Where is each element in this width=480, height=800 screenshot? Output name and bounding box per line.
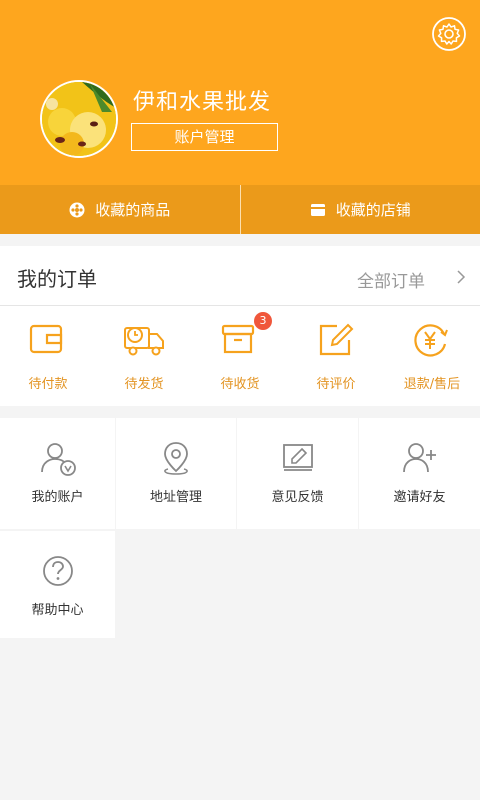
add-user-icon (402, 443, 436, 473)
address-management-label: 地址管理 (149, 490, 202, 505)
order-pending-payment-label: 待付款 (28, 377, 68, 392)
delivery-truck-icon (124, 327, 164, 356)
favorite-stores-button[interactable]: 收藏的店铺 (241, 185, 480, 234)
help-center-label: 帮助中心 (31, 603, 84, 618)
location-pin-icon (164, 442, 188, 475)
flower-icon (69, 202, 85, 217)
all-orders-link[interactable]: 全部订单 (357, 267, 425, 292)
favorite-products-button[interactable]: 收藏的商品 (0, 185, 240, 234)
favorites-bar: 收藏的商品 收藏的店铺 (0, 185, 480, 234)
order-status-row: 待付款 待发货 3 待收货 待评价 退款/售后 (0, 306, 480, 406)
order-pending-shipment[interactable]: 待发货 (96, 306, 192, 406)
order-refund-label: 退款/售后 (403, 377, 461, 392)
order-pending-payment[interactable]: 待付款 (0, 306, 96, 406)
help-icon (42, 556, 73, 586)
feedback-label: 意见反馈 (271, 490, 324, 505)
gear-icon[interactable] (431, 16, 467, 52)
order-pending-receipt[interactable]: 3 待收货 (192, 306, 288, 406)
orders-header: 我的订单 全部订单 (0, 246, 480, 306)
order-pending-shipment-label: 待发货 (124, 377, 164, 392)
my-account-tile[interactable]: 我的账户 (0, 418, 115, 529)
box-icon (221, 324, 255, 354)
avatar-fruit-image (42, 82, 116, 156)
wallet-icon (29, 324, 63, 354)
invite-friends-label: 邀请好友 (393, 490, 446, 505)
my-orders-section: 我的订单 全部订单 待付款 待发货 3 待收货 待评价 退款/售后 (0, 246, 480, 406)
account-management-button[interactable]: 账户管理 (131, 123, 278, 151)
order-refund-aftersales[interactable]: 退款/售后 (384, 306, 480, 406)
yen-refund-icon (414, 324, 448, 357)
favorite-stores-label: 收藏的店铺 (335, 201, 411, 219)
store-icon (310, 203, 325, 216)
invite-friends-tile[interactable]: 邀请好友 (359, 418, 480, 529)
order-pending-receipt-label: 待收货 (220, 377, 260, 392)
shop-name: 伊和水果批发 (133, 90, 272, 115)
user-icon (40, 443, 76, 476)
edit-icon (319, 323, 354, 356)
favorite-products-label: 收藏的商品 (95, 201, 171, 219)
pending-receipt-badge: 3 (254, 312, 272, 330)
feedback-tile[interactable]: 意见反馈 (237, 418, 358, 529)
profile-header: 伊和水果批发 账户管理 收藏的商品 收藏的店铺 (0, 0, 480, 234)
chevron-right-icon[interactable] (454, 270, 468, 284)
orders-title: 我的订单 (17, 267, 97, 291)
feedback-icon (282, 444, 313, 471)
my-account-label: 我的账户 (31, 490, 84, 505)
address-management-tile[interactable]: 地址管理 (116, 418, 236, 529)
avatar[interactable] (40, 80, 118, 158)
order-pending-review[interactable]: 待评价 (288, 306, 384, 406)
order-pending-review-label: 待评价 (316, 377, 356, 392)
help-center-tile[interactable]: 帮助中心 (0, 531, 115, 638)
